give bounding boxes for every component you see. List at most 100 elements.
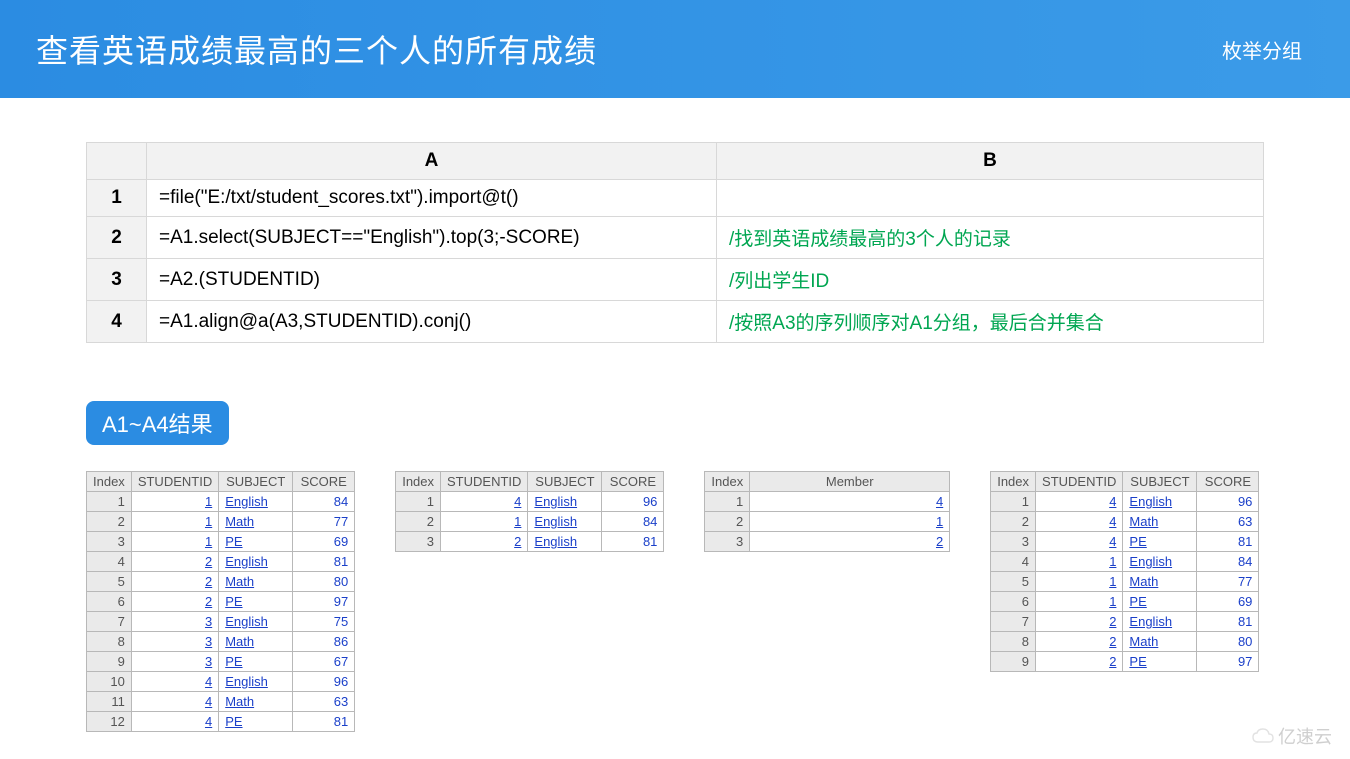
table-row: 92PE97: [991, 652, 1259, 672]
cell-index: 1: [87, 492, 132, 512]
cell-score: 67: [293, 652, 355, 672]
cell-studentid: 4: [131, 692, 218, 712]
t2-body: 14English9621English8432English81: [396, 492, 664, 552]
code-col-a-header: A: [147, 143, 717, 180]
cell-subject: English: [219, 492, 293, 512]
cell-index: 4: [991, 552, 1036, 572]
cell-subject: PE: [219, 532, 293, 552]
cell-score: 69: [1197, 592, 1259, 612]
results-row: Index STUDENTID SUBJECT SCORE 11English8…: [86, 471, 1264, 732]
cell-index: 2: [705, 512, 750, 532]
th-studentid: STUDENTID: [441, 472, 528, 492]
cell-subject: Math: [219, 512, 293, 532]
cell-index: 11: [87, 692, 132, 712]
cell-score: 84: [293, 492, 355, 512]
cell-index: 3: [991, 532, 1036, 552]
cell-index: 3: [87, 532, 132, 552]
cell-member: 4: [750, 492, 950, 512]
cell-subject: Math: [1123, 512, 1197, 532]
code-row: 2 =A1.select(SUBJECT=="English").top(3;-…: [87, 217, 1264, 259]
cell-studentid: 2: [1036, 652, 1123, 672]
cell-studentid: 1: [131, 512, 218, 532]
cell-subject: Math: [219, 632, 293, 652]
t4-body: 14English9624Math6334PE8141English8451Ma…: [991, 492, 1259, 672]
cell-score: 80: [293, 572, 355, 592]
cell-subject: PE: [219, 652, 293, 672]
th-score: SCORE: [293, 472, 355, 492]
th-index: Index: [87, 472, 132, 492]
cell-score: 77: [293, 512, 355, 532]
cell-subject: PE: [1123, 532, 1197, 552]
table-row: 14: [705, 492, 950, 512]
cell-studentid: 4: [441, 492, 528, 512]
cell-score: 81: [1197, 532, 1259, 552]
cell-studentid: 1: [1036, 572, 1123, 592]
cell-studentid: 1: [441, 512, 528, 532]
cell-score: 81: [293, 712, 355, 732]
table-row: 124PE81: [87, 712, 355, 732]
cell-index: 8: [991, 632, 1036, 652]
th-studentid: STUDENTID: [131, 472, 218, 492]
result-table-a3: Index Member 142132: [704, 471, 950, 552]
cell-score: 84: [1197, 552, 1259, 572]
cell-index: 5: [991, 572, 1036, 592]
cell-index: 9: [87, 652, 132, 672]
cloud-icon: [1252, 728, 1274, 744]
table-row: 32English81: [396, 532, 664, 552]
cell-subject: PE: [219, 592, 293, 612]
table-row: 62PE97: [87, 592, 355, 612]
cell-score: 81: [293, 552, 355, 572]
code-row: 4 =A1.align@a(A3,STUDENTID).conj() /按照A3…: [87, 301, 1264, 343]
table-row: 24Math63: [991, 512, 1259, 532]
th-subject: SUBJECT: [528, 472, 602, 492]
table-row: 73English75: [87, 612, 355, 632]
t1-body: 11English8421Math7731PE6942English8152Ma…: [87, 492, 355, 732]
cell-studentid: 4: [1036, 492, 1123, 512]
cell-studentid: 2: [131, 572, 218, 592]
code-row-num: 2: [87, 217, 147, 259]
cell-subject: English: [1123, 492, 1197, 512]
cell-member: 1: [750, 512, 950, 532]
table-row: 82Math80: [991, 632, 1259, 652]
th-member: Member: [750, 472, 950, 492]
cell-index: 1: [396, 492, 441, 512]
cell-studentid: 3: [131, 612, 218, 632]
code-cell-b: [717, 180, 1264, 217]
cell-index: 2: [87, 512, 132, 532]
code-cell-a: =A1.select(SUBJECT=="English").top(3;-SC…: [147, 217, 717, 259]
cell-index: 5: [87, 572, 132, 592]
cell-studentid: 4: [131, 712, 218, 732]
cell-subject: English: [219, 552, 293, 572]
slide-content: A B 1 =file("E:/txt/student_scores.txt")…: [0, 98, 1350, 732]
cell-score: 96: [293, 672, 355, 692]
cell-subject: English: [528, 532, 602, 552]
code-cell-b: /找到英语成绩最高的3个人的记录: [717, 217, 1264, 259]
table-row: 34PE81: [991, 532, 1259, 552]
cell-subject: PE: [1123, 652, 1197, 672]
cell-index: 1: [705, 492, 750, 512]
cell-score: 81: [602, 532, 664, 552]
code-row-num: 3: [87, 259, 147, 301]
table-row: 21Math77: [87, 512, 355, 532]
table-row: 52Math80: [87, 572, 355, 592]
cell-score: 84: [602, 512, 664, 532]
code-row-num: 4: [87, 301, 147, 343]
code-row-num: 1: [87, 180, 147, 217]
table-row: 51Math77: [991, 572, 1259, 592]
cell-score: 75: [293, 612, 355, 632]
cell-index: 7: [87, 612, 132, 632]
code-grid: A B 1 =file("E:/txt/student_scores.txt")…: [86, 142, 1264, 343]
table-row: 93PE67: [87, 652, 355, 672]
cell-studentid: 2: [131, 552, 218, 572]
code-cell-a: =file("E:/txt/student_scores.txt").impor…: [147, 180, 717, 217]
cell-subject: Math: [1123, 572, 1197, 592]
cell-studentid: 2: [441, 532, 528, 552]
watermark-text: 亿速云: [1278, 723, 1332, 749]
result-table-a2: Index STUDENTID SUBJECT SCORE 14English9…: [395, 471, 664, 552]
th-index: Index: [705, 472, 750, 492]
cell-index: 7: [991, 612, 1036, 632]
slide-header: 查看英语成绩最高的三个人的所有成绩 枚举分组: [0, 0, 1350, 98]
cell-score: 77: [1197, 572, 1259, 592]
cell-subject: PE: [219, 712, 293, 732]
cell-index: 2: [396, 512, 441, 532]
